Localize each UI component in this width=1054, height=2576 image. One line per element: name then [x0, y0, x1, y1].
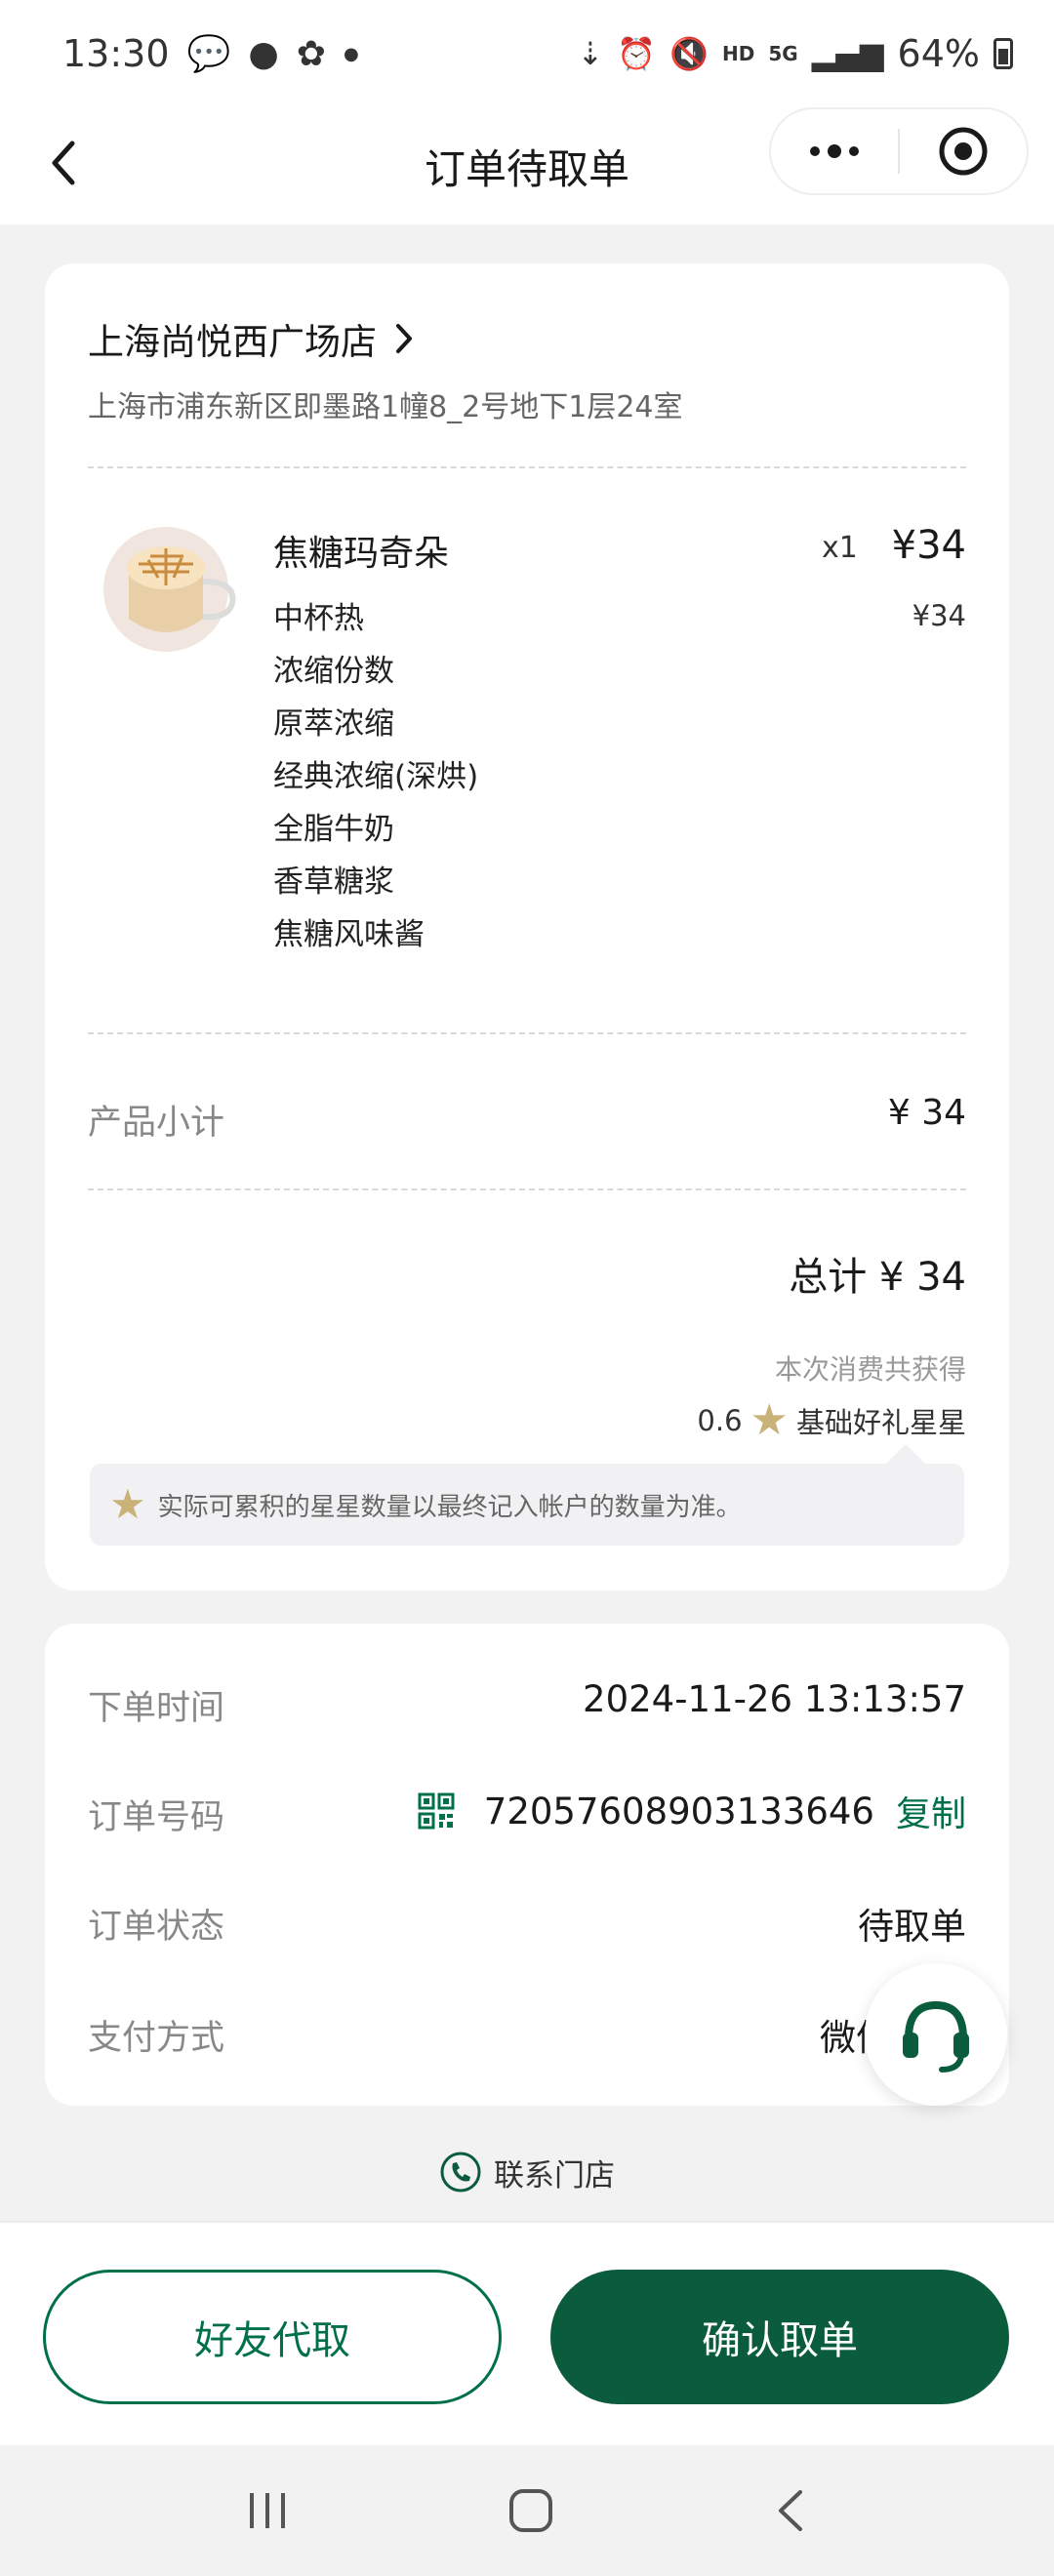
order-status-text: 待取单 [858, 1906, 966, 1948]
store-name: 上海尚悦西广场店 [88, 321, 377, 363]
more-dots-icon [810, 144, 859, 158]
product-option: 香草糖浆 [273, 865, 394, 900]
close-miniprogram-button[interactable] [900, 109, 1027, 193]
divider [88, 466, 966, 468]
order-number-row: 72057608903133646 复制 [418, 1786, 966, 1836]
subtotal-label: 产品小计 [88, 1104, 225, 1143]
status-bar: 13:30 💬 ● ✿ ● ⇣ ⏰ 🔇 HD 5G ▂▄▆ 64% [0, 0, 1054, 107]
order-time-value: 2024-11-26 13:13:57 [583, 1678, 966, 1720]
mini-program-capsule [769, 107, 1029, 195]
stars-note-text: 实际可累积的星星数量以最终记入帐户的数量为准。 [157, 1492, 742, 1522]
stars-label: 基础好礼星星 [795, 1406, 966, 1439]
note-pointer [886, 1444, 925, 1464]
earn-text: 本次消费共获得 [774, 1353, 966, 1386]
product-price: ¥34 [891, 523, 966, 568]
message-icon: ● [248, 33, 279, 74]
battery-percent: 64% [897, 32, 980, 75]
copy-button[interactable]: 复制 [896, 1786, 966, 1836]
product-option: 经典浓缩(深烘) [273, 759, 479, 794]
alarm-icon: ⏰ [617, 35, 657, 72]
divider [88, 1032, 966, 1034]
caramel-macchiato-image [103, 527, 236, 652]
order-time-label: 下单时间 [88, 1689, 225, 1728]
bottom-action-bar: 好友代取 确认取单 [0, 2221, 1054, 2445]
page-title: 订单待取单 [424, 144, 629, 193]
back-button[interactable] [29, 129, 98, 197]
order-time-text: 2024-11-26 13:13:57 [583, 1678, 966, 1720]
payment-method-label: 支付方式 [88, 2019, 225, 2058]
product-option: 中杯热 [273, 601, 364, 636]
store-link[interactable]: 上海尚悦西广场店 [88, 312, 414, 365]
status-time: 13:30 [62, 32, 170, 75]
nav-bar: 订单待取单 [0, 107, 1054, 224]
product-option: 原萃浓缩 [273, 706, 394, 742]
chevron-right-icon [396, 324, 412, 353]
battery-icon [993, 38, 1013, 69]
home-icon[interactable] [507, 2486, 555, 2535]
confirm-pickup-button[interactable]: 确认取单 [550, 2270, 1009, 2404]
signal-icon: ▂▄▆ [811, 35, 884, 72]
status-right: ⇣ ⏰ 🔇 HD 5G ▂▄▆ 64% [578, 32, 1013, 75]
flower-icon: ✿ [296, 33, 326, 74]
status-left: 13:30 💬 ● ✿ ● [62, 32, 359, 75]
system-nav-bar [0, 2445, 1054, 2576]
headset-icon [903, 2000, 969, 2073]
order-status-label: 订单状态 [88, 1908, 225, 1947]
star-icon: ★ [750, 1395, 789, 1445]
total-amount: 总计 ¥ 34 [789, 1255, 966, 1300]
divider [88, 1188, 966, 1190]
friend-pickup-button[interactable]: 好友代取 [43, 2270, 502, 2404]
target-icon [939, 127, 988, 176]
contact-store-link[interactable]: 联系门店 [0, 2143, 1054, 2201]
product-name: 焦糖玛奇朵 [273, 534, 450, 574]
more-button[interactable] [771, 109, 898, 193]
product-option: 焦糖风味酱 [273, 917, 425, 952]
dot-icon: ● [343, 43, 359, 64]
order-number-text: 72057608903133646 [483, 1790, 874, 1832]
stars-count: 0.6 [697, 1404, 743, 1437]
product-quantity: x1 [822, 531, 858, 565]
product-option: 浓缩份数 [273, 654, 394, 689]
mute-icon: 🔇 [669, 35, 709, 72]
system-back-icon[interactable] [771, 2486, 810, 2535]
subtotal-value: ¥ 34 [887, 1093, 966, 1133]
hd-label: HD [722, 42, 755, 65]
contact-store-label: 联系门店 [494, 2157, 615, 2194]
order-number-label: 订单号码 [88, 1798, 225, 1837]
customer-service-button[interactable] [865, 1963, 1007, 2106]
qr-code-icon[interactable] [418, 1792, 455, 1830]
stars-note: ★ 实际可累积的星星数量以最终记入帐户的数量为准。 [90, 1464, 964, 1546]
store-address: 上海市浦东新区即墨路1幢8_2号地下1层24室 [88, 390, 683, 424]
product-option: 全脂牛奶 [273, 812, 394, 847]
phone-icon [440, 2152, 481, 2193]
chevron-left-icon [52, 141, 75, 185]
star-icon: ★ [109, 1480, 146, 1528]
order-status-value: 待取单 [858, 1897, 966, 1950]
network-label: 5G [768, 42, 798, 65]
order-card: 上海尚悦西广场店 上海市浦东新区即墨路1幢8_2号地下1层24室 焦糖玛奇朵 x… [45, 263, 1009, 1590]
wechat-icon: 💬 [186, 34, 231, 74]
option-price: ¥34 [912, 599, 966, 632]
stars-earned: 0.6 ★ 基础好礼星星 [697, 1399, 966, 1442]
recent-apps-icon[interactable] [244, 2487, 291, 2534]
download-icon: ⇣ [577, 35, 604, 72]
